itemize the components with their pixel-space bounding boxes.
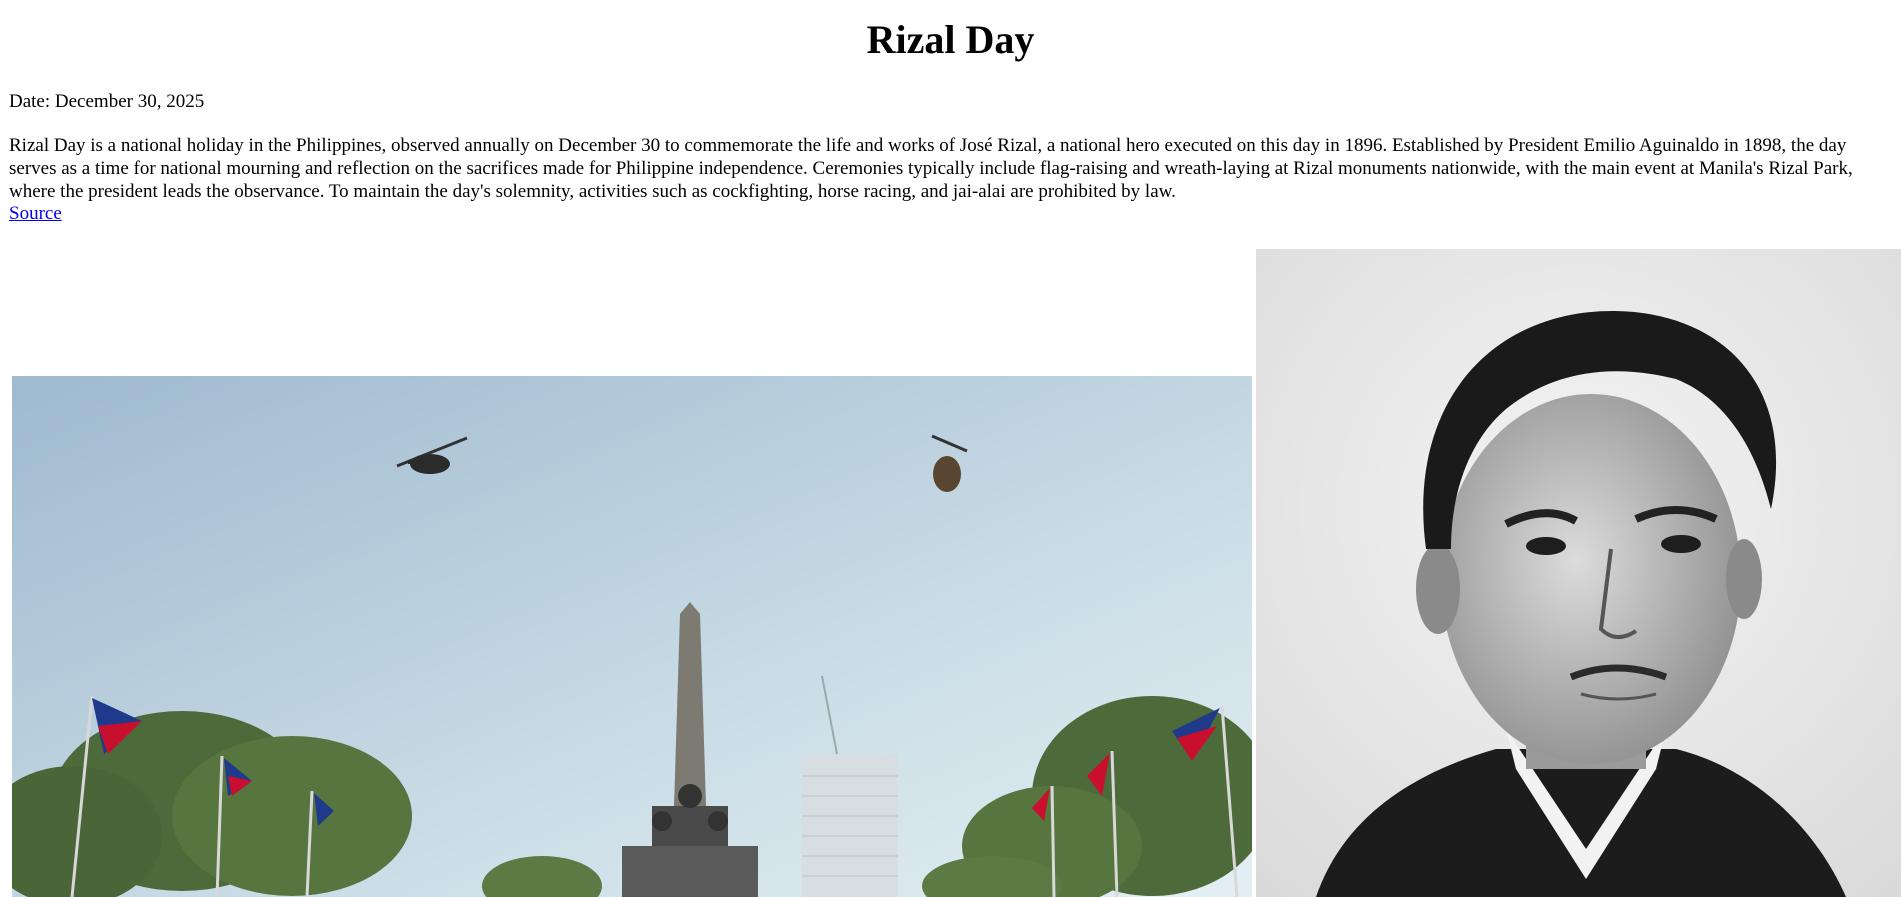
rizal-monument-photo [12, 376, 1252, 897]
description-paragraph: Rizal Day is a national holiday in the P… [9, 135, 1853, 202]
jose-rizal-portrait [1256, 249, 1901, 897]
page-title: Rizal Day [866, 17, 1035, 62]
date-line: Date: December 30, 2025 [9, 91, 205, 112]
source-link[interactable]: Source [9, 202, 62, 226]
